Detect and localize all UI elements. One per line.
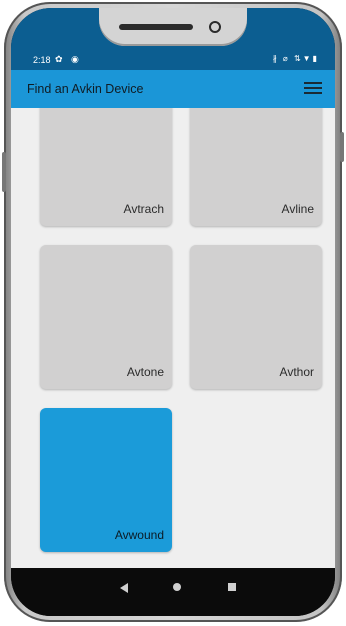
speaker-grille: [119, 24, 193, 30]
device-tile-avline[interactable]: Avline: [190, 108, 322, 226]
phone-notch: [99, 8, 247, 46]
volume-button: [2, 152, 6, 192]
recents-icon[interactable]: [228, 583, 236, 591]
hamburger-menu-icon[interactable]: [303, 79, 323, 99]
navigation-bar: [11, 568, 335, 616]
device-label: Avwound: [114, 528, 164, 542]
device-tile-avtone[interactable]: Avtone: [40, 245, 172, 389]
device-label: Avtone: [126, 365, 164, 379]
app-title: Find an Avkin Device: [27, 82, 144, 96]
device-label: Avtrach: [123, 202, 164, 216]
status-system-icons: ∦ ⌀ ⇅▼▮: [272, 54, 319, 63]
back-icon[interactable]: [120, 583, 128, 593]
screen: 2:18 ✿ ◉ ∦ ⌀ ⇅▼▮ Find an Avkin Device Av…: [11, 8, 335, 616]
status-bar: 2:18 ✿ ◉ ∦ ⌀ ⇅▼▮: [11, 50, 335, 70]
device-grid: Avtrach Avline Avtone Avthor Avwound: [11, 108, 335, 568]
phone-frame: 2:18 ✿ ◉ ∦ ⌀ ⇅▼▮ Find an Avkin Device Av…: [2, 2, 344, 622]
device-label: Avthor: [279, 365, 314, 379]
status-time: 2:18: [33, 55, 51, 65]
device-tile-avthor[interactable]: Avthor: [190, 245, 322, 389]
device-tile-avwound[interactable]: Avwound: [40, 408, 172, 552]
device-label: Avline: [281, 202, 314, 216]
status-notification-icons: ✿ ◉: [55, 54, 82, 64]
home-icon[interactable]: [173, 583, 181, 591]
power-button: [340, 132, 344, 162]
front-camera: [209, 21, 221, 33]
app-bar: Find an Avkin Device: [11, 70, 335, 108]
device-tile-avtrach[interactable]: Avtrach: [40, 108, 172, 226]
